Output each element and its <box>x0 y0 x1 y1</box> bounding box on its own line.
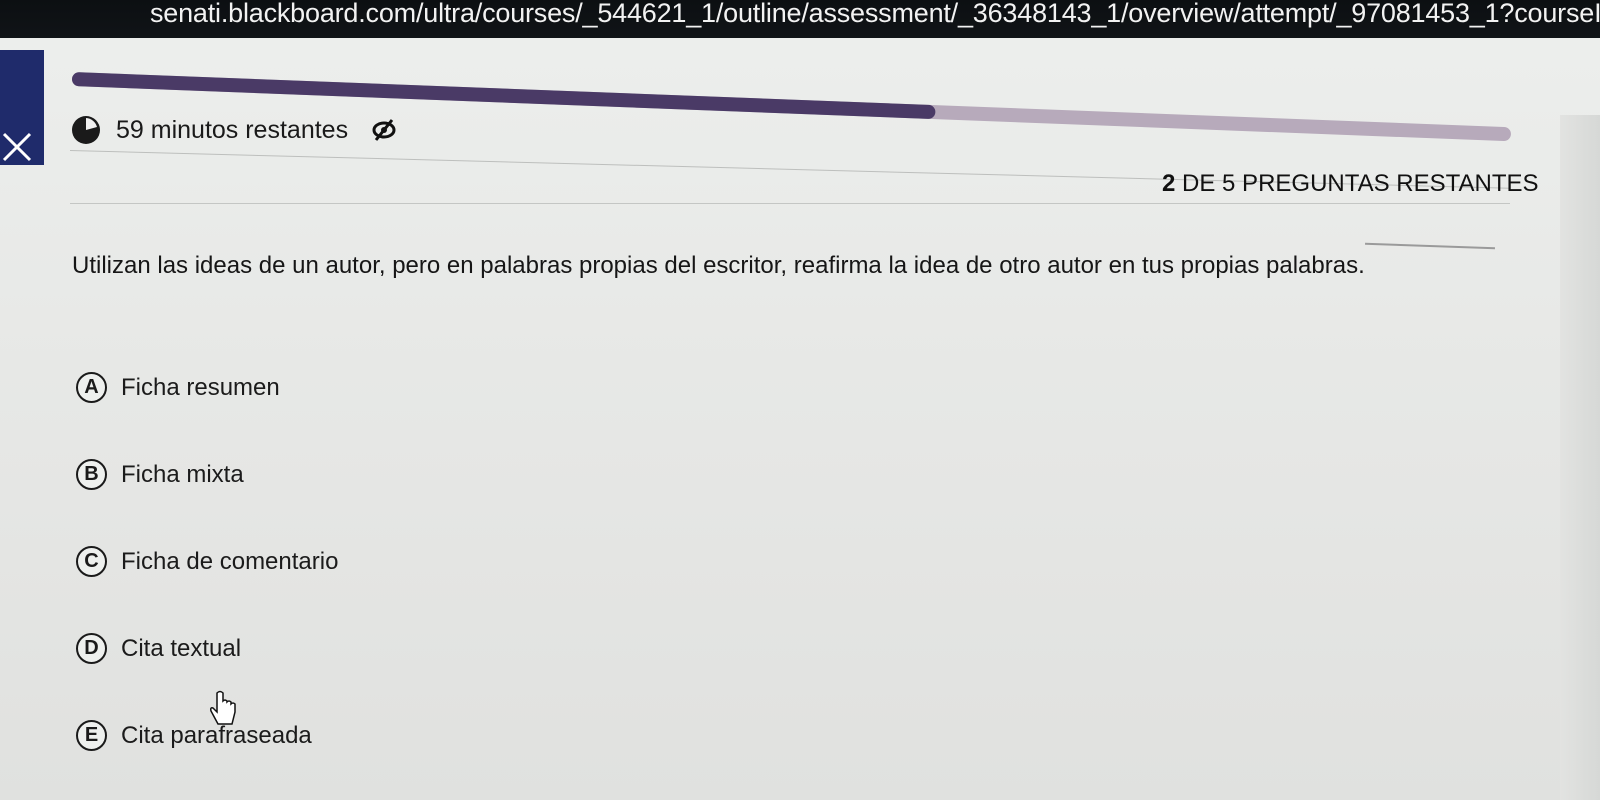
hand-cursor-icon <box>210 690 236 725</box>
option-label: Ficha de comentario <box>121 547 339 575</box>
option-label: Ficha resumen <box>121 373 280 401</box>
option-letter: A <box>76 372 107 403</box>
timer-text: 59 minutos restantes <box>116 115 349 144</box>
assessment-page <box>0 38 1600 800</box>
timer: 59 minutos restantes <box>70 110 396 150</box>
option-label: Ficha mixta <box>121 460 244 488</box>
remaining-count: 2 <box>1162 170 1176 197</box>
url-text[interactable]: senati.blackboard.com/ultra/courses/_544… <box>150 0 1600 30</box>
option-a[interactable]: A Ficha resumen <box>76 372 280 403</box>
option-letter: B <box>76 459 107 490</box>
option-c[interactable]: C Ficha de comentario <box>76 546 338 577</box>
option-d[interactable]: D Cita textual <box>76 633 241 664</box>
timer-icon <box>72 116 100 144</box>
remaining-label: DE 5 PREGUNTAS RESTANTES <box>1182 170 1539 197</box>
question-text: Utilizan las ideas de un autor, pero en … <box>72 252 1365 279</box>
option-b[interactable]: B Ficha mixta <box>76 459 244 490</box>
close-assessment-button[interactable] <box>0 50 44 165</box>
questions-remaining: 2 DE 5 PREGUNTAS RESTANTES <box>1162 170 1539 198</box>
option-e[interactable]: E Cita parafraseada <box>76 720 312 751</box>
section-divider <box>70 203 1510 204</box>
eye-slash-icon[interactable] <box>372 118 396 142</box>
option-label: Cita textual <box>121 634 242 662</box>
option-letter: C <box>76 546 107 577</box>
option-letter: D <box>76 633 107 664</box>
page-edge <box>1560 115 1600 800</box>
close-icon <box>2 132 32 162</box>
option-letter: E <box>76 720 107 751</box>
